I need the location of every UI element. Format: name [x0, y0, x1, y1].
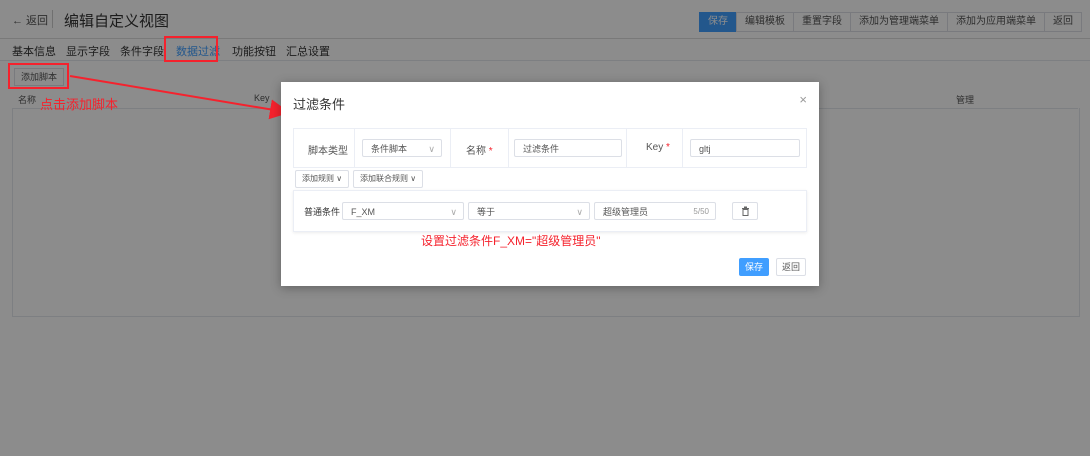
rule-field-select[interactable]: F_XM ∨ [342, 202, 464, 220]
filter-dialog: 过滤条件 × 脚本类型 条件脚本 ∨ 名称 * 过滤条件 Key * gltj [281, 82, 819, 286]
script-type-value: 条件脚本 [371, 144, 408, 154]
rule-field-value: F_XM [351, 207, 376, 217]
rule-operator-select[interactable]: 等于 ∨ [468, 202, 590, 220]
chevron-down-icon: ∨ [576, 207, 583, 217]
name-input[interactable]: 过滤条件 [514, 139, 622, 157]
add-rule-button[interactable]: 添加规则 ∨ [295, 170, 350, 188]
close-icon[interactable]: × [799, 92, 807, 107]
key-cell: gltj [682, 129, 806, 167]
rule-row: 普通条件 F_XM ∨ 等于 ∨ 超级管理员 5/50 [293, 190, 807, 232]
script-type-cell: 条件脚本 ∨ [354, 129, 451, 167]
add-script-annotation: 点击添加脚本 [40, 97, 119, 112]
form-row: 脚本类型 条件脚本 ∨ 名称 * 过滤条件 Key * gltj [293, 128, 807, 168]
key-label: Key * [646, 142, 670, 153]
key-input[interactable]: gltj [690, 139, 800, 157]
name-cell: 过滤条件 [508, 129, 627, 167]
rule-value-input[interactable]: 超级管理员 5/50 [594, 202, 716, 220]
key-label-cell: Key * [626, 129, 683, 167]
name-value: 过滤条件 [523, 144, 560, 154]
trash-icon [741, 206, 749, 216]
dialog-title: 过滤条件 [293, 97, 346, 112]
add-combined-rule-button[interactable]: 添加联合规则 ∨ [353, 170, 424, 188]
rule-type-label: 普通条件 [304, 207, 341, 217]
script-type-select[interactable]: 条件脚本 ∨ [362, 139, 442, 157]
name-label: 名称 * [466, 146, 493, 157]
char-count: 5/50 [693, 207, 709, 216]
dialog-save-button[interactable]: 保存 [739, 258, 769, 276]
script-type-label: 脚本类型 [308, 146, 348, 157]
chevron-down-icon: ∨ [428, 144, 435, 154]
dialog-return-button[interactable]: 返回 [776, 258, 806, 276]
filter-annotation: 设置过滤条件F_XM="超级管理员" [421, 234, 601, 248]
delete-rule-button[interactable] [732, 202, 758, 220]
key-value: gltj [699, 144, 711, 154]
rule-value-text: 超级管理员 [603, 207, 649, 217]
name-label-cell: 名称 * [450, 129, 509, 167]
rule-operator-value: 等于 [477, 207, 496, 217]
script-type-label-cell: 脚本类型 [294, 129, 355, 167]
chevron-down-icon: ∨ [450, 207, 457, 217]
